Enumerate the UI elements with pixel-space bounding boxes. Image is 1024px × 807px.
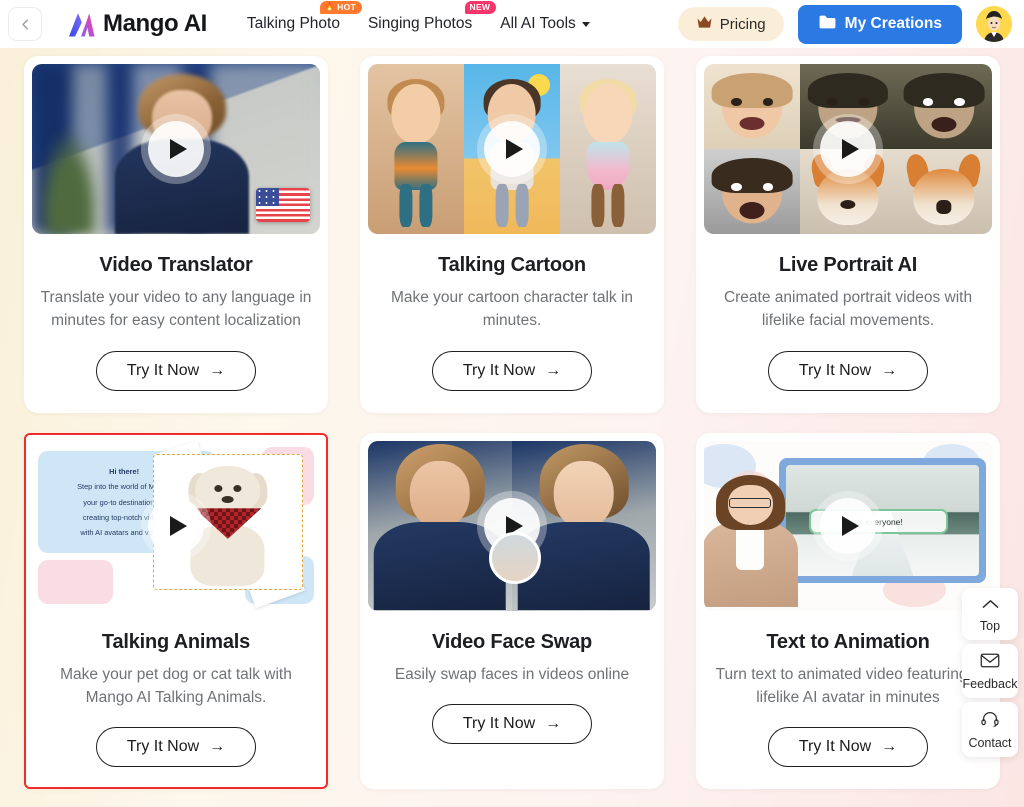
try-it-now-button[interactable]: Try It Now → <box>431 703 593 744</box>
card-title: Talking Cartoon <box>438 254 586 276</box>
avatar[interactable] <box>976 6 1012 42</box>
header-actions: Pricing My Creations <box>677 4 1012 44</box>
user-avatar-icon <box>976 6 1012 42</box>
scroll-to-top-button[interactable]: Top <box>962 588 1018 640</box>
envelope-icon <box>980 653 1000 673</box>
arrow-right-icon: → <box>209 361 226 379</box>
try-it-now-label: Try It Now <box>126 361 200 379</box>
tool-card-text-to-animation[interactable]: ck,everyone! Text to Animation Turn text… <box>696 432 1000 789</box>
tool-card-grid: Video Translator Translate your video to… <box>0 48 1024 789</box>
app-header: Mango AI Talking Photo 🔥 HOT Singing Pho… <box>0 0 1024 48</box>
tool-card-video-translator[interactable]: Video Translator Translate your video to… <box>24 56 328 413</box>
card-thumbnail[interactable]: ck,everyone! <box>704 440 992 611</box>
tool-card-video-face-swap[interactable]: Video Face Swap Easily swap faces in vid… <box>360 432 664 789</box>
pricing-button[interactable]: Pricing <box>677 7 784 41</box>
tool-card-live-portrait-ai[interactable]: Live Portrait AI Create animated portrai… <box>696 56 1000 413</box>
nav-label: Talking Photo <box>246 15 340 32</box>
brand-name: Mango AI <box>103 10 207 37</box>
card-description: Easily swap faces in videos online <box>394 665 630 683</box>
arrow-right-icon: → <box>545 714 562 732</box>
my-creations-button[interactable]: My Creations <box>797 4 962 44</box>
arrow-right-icon: → <box>881 361 898 379</box>
contact-button[interactable]: Contact <box>962 702 1018 757</box>
card-thumbnail[interactable] <box>32 64 320 234</box>
back-button[interactable] <box>8 7 42 41</box>
card-description: Make your pet dog or cat talk with Mango… <box>60 665 292 706</box>
new-badge: NEW <box>464 1 497 14</box>
floating-side-widget: Top Feedback Contact <box>962 588 1018 757</box>
feedback-label: Feedback <box>962 677 1018 691</box>
tool-card-talking-cartoon[interactable]: Talking Cartoon Make your cartoon charac… <box>360 56 664 413</box>
main-nav: Talking Photo 🔥 HOT Singing Photos NEW A… <box>246 1 590 33</box>
tool-card-talking-animals[interactable]: Hi there! Step into the world of Mango y… <box>24 432 328 789</box>
pricing-label: Pricing <box>719 15 766 33</box>
card-thumbnail[interactable] <box>368 64 656 234</box>
try-it-now-label: Try It Now <box>462 714 536 732</box>
hot-badge: 🔥 HOT <box>319 1 362 14</box>
nav-label: All AI Tools <box>500 15 576 32</box>
try-it-now-button[interactable]: Try It Now → <box>95 350 257 391</box>
us-flag-icon <box>256 188 310 222</box>
card-title: Video Face Swap <box>431 630 593 653</box>
chevron-down-icon <box>581 21 590 27</box>
card-title: Video Translator <box>99 254 253 276</box>
nav-label: Singing Photos <box>367 15 473 32</box>
card-description: Translate your video to any language in … <box>40 289 312 330</box>
try-it-now-label: Try It Now <box>126 738 200 755</box>
card-description: Create animated portrait videos with lif… <box>723 289 973 330</box>
nav-item-all-ai-tools[interactable]: All AI Tools <box>500 15 590 33</box>
try-it-now-button[interactable]: Try It Now → <box>431 350 593 391</box>
card-description: Turn text to animated video featuring a … <box>715 665 981 706</box>
nav-item-singing-photos[interactable]: Singing Photos NEW <box>367 1 497 33</box>
chevron-up-icon <box>981 597 1000 615</box>
arrow-right-icon: → <box>545 361 562 379</box>
mango-logo-icon <box>69 12 95 36</box>
my-creations-label: My Creations <box>844 15 942 32</box>
try-it-now-button[interactable]: Try It Now → <box>95 727 257 767</box>
try-it-now-label: Try It Now <box>462 361 536 379</box>
crown-icon <box>696 15 713 33</box>
brand-logo-group[interactable]: Mango AI <box>66 10 207 38</box>
card-title: Talking Animals <box>101 630 251 653</box>
scroll-to-top-label: Top <box>979 619 1001 633</box>
card-thumbnail[interactable]: Hi there! Step into the world of Mango y… <box>32 440 320 611</box>
flame-icon: 🔥 <box>324 2 336 12</box>
try-it-now-button[interactable]: Try It Now → <box>767 727 929 767</box>
folder-icon <box>818 14 837 35</box>
card-thumbnail[interactable] <box>704 64 992 234</box>
card-title: Live Portrait AI <box>778 254 918 276</box>
card-description: Make your cartoon character talk in minu… <box>390 289 634 330</box>
arrow-right-icon: → <box>209 738 226 755</box>
headset-icon <box>980 711 1000 732</box>
contact-label: Contact <box>968 736 1012 750</box>
nav-item-talking-photo[interactable]: Talking Photo 🔥 HOT <box>246 1 362 33</box>
feedback-button[interactable]: Feedback <box>962 644 1018 698</box>
play-icon[interactable] <box>820 497 876 554</box>
play-icon[interactable] <box>148 121 204 177</box>
play-icon[interactable] <box>148 497 204 554</box>
face-source-avatar <box>488 532 541 585</box>
chevron-left-icon <box>18 17 33 32</box>
try-it-now-label: Try It Now <box>798 361 872 379</box>
try-it-now-button[interactable]: Try It Now → <box>767 350 929 391</box>
card-thumbnail[interactable] <box>368 440 656 611</box>
try-it-now-label: Try It Now <box>798 738 872 755</box>
card-title: Text to Animation <box>766 630 930 653</box>
arrow-right-icon: → <box>881 738 898 755</box>
play-icon[interactable] <box>820 121 876 177</box>
play-icon[interactable] <box>484 121 540 177</box>
